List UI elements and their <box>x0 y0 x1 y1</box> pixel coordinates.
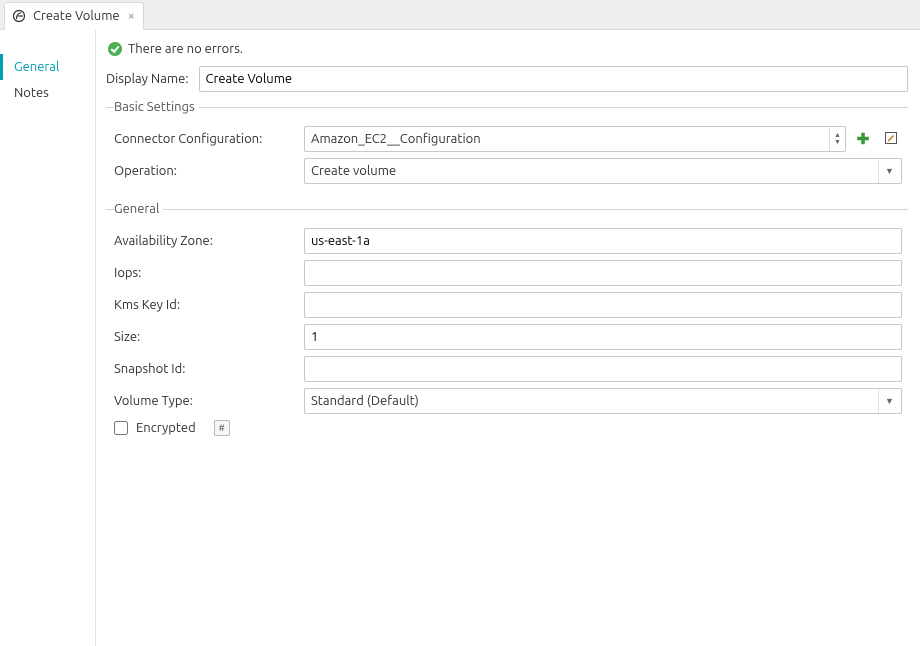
edit-config-button[interactable] <box>880 128 902 150</box>
display-name-input[interactable] <box>199 66 909 92</box>
operation-row: Operation: Create volume ▼ <box>114 158 902 184</box>
expression-button[interactable]: # <box>214 420 230 436</box>
sidebar-item-notes[interactable]: Notes <box>0 80 95 106</box>
sidebar-item-general[interactable]: General <box>0 54 95 80</box>
chevron-down-icon: ▼ <box>878 159 900 183</box>
editor-tabbar: Create Volume × <box>0 0 920 30</box>
operation-value: Create volume <box>311 164 874 178</box>
connector-config-row: Connector Configuration: Amazon_EC2__Con… <box>114 126 902 152</box>
edit-icon <box>884 131 898 148</box>
component-icon <box>11 8 27 24</box>
sidebar-item-label: General <box>14 60 59 74</box>
availability-zone-row: Availability Zone: <box>114 228 902 254</box>
operation-label: Operation: <box>114 164 304 178</box>
availability-zone-label: Availability Zone: <box>114 234 304 248</box>
display-name-label: Display Name: <box>106 72 189 86</box>
kms-key-id-row: Kms Key Id: <box>114 292 902 318</box>
close-icon[interactable]: × <box>128 10 135 23</box>
validation-status: There are no errors. <box>108 42 908 56</box>
volume-type-value: Standard (Default) <box>311 394 874 408</box>
general-group: General Availability Zone: Iops: Kms Key… <box>106 202 908 442</box>
operation-select[interactable]: Create volume ▼ <box>304 158 902 184</box>
encrypted-checkbox[interactable] <box>114 421 128 435</box>
iops-label: Iops: <box>114 266 304 280</box>
kms-key-id-input[interactable] <box>304 292 902 318</box>
spinner-icon: ▲▼ <box>829 127 845 151</box>
general-legend: General <box>114 202 163 216</box>
availability-zone-input[interactable] <box>304 228 902 254</box>
volume-type-label: Volume Type: <box>114 394 304 408</box>
sidebar-item-label: Notes <box>14 86 49 100</box>
connector-config-combo[interactable]: Amazon_EC2__Configuration ▲▼ <box>304 126 846 152</box>
volume-type-row: Volume Type: Standard (Default) ▼ <box>114 388 902 414</box>
snapshot-id-input[interactable] <box>304 356 902 382</box>
iops-input[interactable] <box>304 260 902 286</box>
sidebar: General Notes <box>0 30 96 646</box>
chevron-down-icon: ▼ <box>878 389 900 413</box>
editor-tab-label: Create Volume <box>33 9 120 23</box>
connector-config-value: Amazon_EC2__Configuration <box>311 132 825 146</box>
volume-type-select[interactable]: Standard (Default) ▼ <box>304 388 902 414</box>
hash-icon: # <box>219 423 225 433</box>
add-config-button[interactable]: ✚ <box>852 128 874 150</box>
iops-row: Iops: <box>114 260 902 286</box>
editor-tab-create-volume[interactable]: Create Volume × <box>4 2 144 30</box>
snapshot-id-row: Snapshot Id: <box>114 356 902 382</box>
plus-icon: ✚ <box>857 130 870 148</box>
main-panel: There are no errors. Display Name: Basic… <box>96 30 920 646</box>
snapshot-id-label: Snapshot Id: <box>114 362 304 376</box>
status-message: There are no errors. <box>128 42 243 56</box>
encrypted-label: Encrypted <box>136 421 196 435</box>
basic-settings-legend: Basic Settings <box>114 100 199 114</box>
size-row: Size: <box>114 324 902 350</box>
display-name-row: Display Name: <box>106 66 908 92</box>
encrypted-row: Encrypted # <box>114 420 902 436</box>
check-circle-icon <box>108 42 122 56</box>
size-label: Size: <box>114 330 304 344</box>
size-input[interactable] <box>304 324 902 350</box>
kms-key-id-label: Kms Key Id: <box>114 298 304 312</box>
basic-settings-group: Basic Settings Connector Configuration: … <box>106 100 908 196</box>
connector-config-label: Connector Configuration: <box>114 132 304 146</box>
